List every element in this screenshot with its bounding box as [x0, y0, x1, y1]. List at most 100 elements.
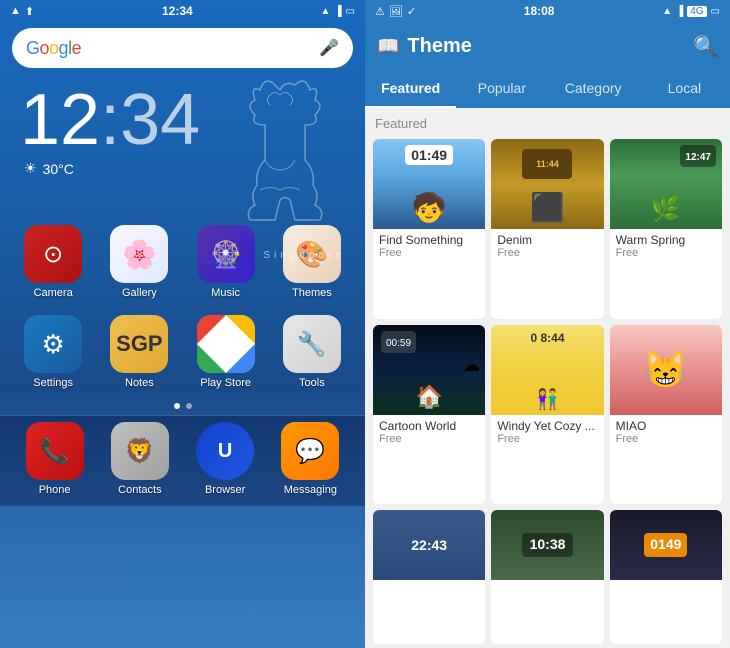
theme-windy-name: Windy Yet Cozy ... — [497, 419, 597, 433]
theme-warm-name: Warm Spring — [616, 233, 716, 247]
theme-tabs: Featured Popular Category Local — [365, 70, 730, 108]
right-status-left: ⚠ 🖼 ✓ — [375, 5, 416, 18]
left-status-bar: ▲ ⬆ 12:34 ▲ ▐ ▭ — [0, 0, 365, 22]
wifi-right-icon: ▲ — [662, 6, 672, 17]
sun-icon: ☀ — [24, 160, 37, 177]
themes-grid: 01:49 🧒 Find Something Free 11:44 ⬛ Deni… — [365, 135, 730, 648]
book-icon: 📖 — [377, 36, 399, 57]
tab-local[interactable]: Local — [639, 70, 730, 108]
page-dots — [0, 397, 365, 415]
location-label: Singapore — [263, 250, 345, 261]
contacts-icon-bg: 🦁 — [111, 422, 169, 480]
theme-miao-price: Free — [616, 433, 716, 445]
browser-icon-bg: U — [196, 422, 254, 480]
settings-icon-bg: ⚙ — [24, 315, 82, 373]
clock-hour: 12 — [20, 84, 100, 156]
right-status-icons: ▲ ▐ 4G ▭ — [662, 6, 720, 17]
find-time: 01:49 — [405, 145, 453, 165]
dock-messaging[interactable]: 💬 Messaging — [270, 422, 351, 496]
theme-cartoon-price: Free — [379, 433, 479, 445]
theme-find-name: Find Something — [379, 233, 479, 247]
gallery-icon-bg: 🌸 — [110, 225, 168, 283]
settings-label: Settings — [33, 377, 73, 389]
dock-phone[interactable]: 📞 Phone — [14, 422, 95, 496]
tab-category[interactable]: Category — [548, 70, 639, 108]
mic-icon[interactable]: 🎤 — [319, 38, 339, 58]
theme-card-cartoon[interactable]: 00:59 🏠 ☁ Cartoon World Free — [373, 325, 485, 505]
tab-featured[interactable]: Featured — [365, 70, 456, 108]
battery-right-icon: 4G — [687, 6, 706, 17]
tools-icon-bg: 🔧 — [283, 315, 341, 373]
clock-colon: : — [100, 84, 120, 156]
theme-card-denim[interactable]: 11:44 ⬛ Denim Free — [491, 139, 603, 319]
google-logo: Google — [26, 38, 319, 59]
theme-card-warm[interactable]: 12:47 🌿 Warm Spring Free — [610, 139, 722, 319]
notification-icon: ▲ — [10, 5, 21, 17]
phone-label: Phone — [39, 484, 71, 496]
upload-icon: ⬆ — [25, 5, 34, 18]
theme-miao-name: MIAO — [616, 419, 716, 433]
left-panel: ▲ ⬆ 12:34 ▲ ▐ ▭ Google 🎤 12 : 34 ☀ 30°C — [0, 0, 365, 648]
app-settings[interactable]: ⚙ Settings — [14, 315, 92, 389]
theme-card-b3[interactable]: 0149 — [610, 510, 722, 644]
theme-card-windy[interactable]: 0 8:44 👫 Windy Yet Cozy ... Free — [491, 325, 603, 505]
browser-label: Browser — [205, 484, 245, 496]
theme-windy-price: Free — [497, 433, 597, 445]
app-grid-row2: ⚙ Settings SGP Notes Play Store 🔧 T — [0, 307, 365, 397]
dot-2 — [186, 403, 192, 409]
clock-minute: 34 — [120, 84, 200, 156]
theme-denim-name: Denim — [497, 233, 597, 247]
theme-title: Theme — [407, 35, 685, 58]
google-search-bar[interactable]: Google 🎤 — [12, 28, 353, 68]
messaging-label: Messaging — [284, 484, 337, 496]
theme-warm-price: Free — [616, 247, 716, 259]
theme-card-b1[interactable]: 22:43 — [373, 510, 485, 644]
camera-icon-bg: ⊙ — [24, 225, 82, 283]
tools-label: Tools — [299, 377, 325, 389]
notes-label: Notes — [125, 377, 154, 389]
app-gallery[interactable]: 🌸 Gallery — [100, 225, 178, 299]
left-status-icons: ▲ ⬆ — [10, 5, 34, 18]
themes-label: Themes — [292, 287, 332, 299]
app-tools[interactable]: 🔧 Tools — [273, 315, 351, 389]
contacts-label: Contacts — [118, 484, 161, 496]
merlion-art — [205, 70, 355, 245]
messaging-icon-bg: 💬 — [281, 422, 339, 480]
gallery-label: Gallery — [122, 287, 157, 299]
camera-label: Camera — [34, 287, 73, 299]
playstore-label: Play Store — [200, 377, 251, 389]
right-time: 18:08 — [524, 4, 555, 18]
theme-header: 📖 Theme 🔍 — [365, 22, 730, 70]
dock-contacts[interactable]: 🦁 Contacts — [99, 422, 180, 496]
signal-icon: ▐ — [334, 6, 341, 17]
dot-1 — [174, 403, 180, 409]
battery-icon: ▭ — [346, 6, 355, 17]
wifi-icon: ▲ — [321, 6, 331, 17]
signal-right-icon: ▐ — [676, 6, 683, 17]
check-icon: ✓ — [407, 5, 416, 18]
theme-card-b2[interactable]: 10:38 — [491, 510, 603, 644]
theme-find-price: Free — [379, 247, 479, 259]
theme-card-find[interactable]: 01:49 🧒 Find Something Free — [373, 139, 485, 319]
warning-icon: ⚠ — [375, 5, 385, 18]
theme-card-miao[interactable]: 😸 MIAO Free — [610, 325, 722, 505]
phone-icon-bg: 📞 — [26, 422, 84, 480]
left-status-right: ▲ ▐ ▭ — [321, 6, 355, 17]
app-playstore[interactable]: Play Store — [187, 315, 265, 389]
app-camera[interactable]: ⊙ Camera — [14, 225, 92, 299]
search-icon[interactable]: 🔍 — [693, 34, 718, 59]
image-icon: 🖼 — [389, 5, 403, 18]
right-panel: ⚠ 🖼 ✓ 18:08 ▲ ▐ 4G ▭ 📖 Theme 🔍 Featured … — [365, 0, 730, 648]
theme-denim-price: Free — [497, 247, 597, 259]
dock: 📞 Phone 🦁 Contacts U Browser 💬 Messaging — [0, 415, 365, 506]
tab-popular[interactable]: Popular — [456, 70, 547, 108]
featured-section-label: Featured — [365, 108, 730, 135]
theme-cartoon-name: Cartoon World — [379, 419, 479, 433]
notes-icon-bg: SGP — [110, 315, 168, 373]
app-notes[interactable]: SGP Notes — [100, 315, 178, 389]
dock-browser[interactable]: U Browser — [185, 422, 266, 496]
temperature: 30°C — [43, 161, 74, 177]
battery-pct-icon: ▭ — [711, 6, 720, 17]
left-time: 12:34 — [162, 4, 193, 18]
music-label: Music — [211, 287, 240, 299]
